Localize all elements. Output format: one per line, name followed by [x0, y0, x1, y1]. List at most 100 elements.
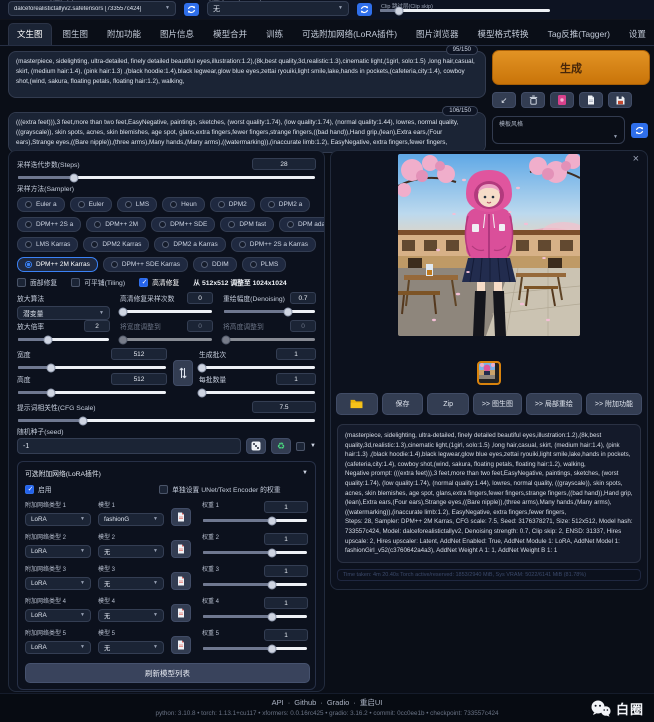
sampler-option[interactable]: DDIM: [193, 257, 237, 272]
sampler-option[interactable]: DPM++ 2S a Karras: [231, 237, 316, 252]
extra-seed-checkbox[interactable]: [296, 442, 305, 451]
tab-tagger[interactable]: Tag反推(Tagger): [540, 24, 618, 45]
paste-params-button[interactable]: ↙: [492, 92, 516, 108]
sampler-option[interactable]: DPM adaptive: [279, 217, 325, 232]
generate-button[interactable]: 生成: [492, 50, 650, 85]
height-value[interactable]: 512: [111, 373, 167, 385]
lora-info-button[interactable]: [171, 508, 191, 526]
upscale-by-value[interactable]: 2: [84, 320, 110, 332]
footer-link-api[interactable]: API: [272, 698, 284, 707]
extra-networks-button[interactable]: [550, 92, 574, 108]
tab-settings[interactable]: 设置: [621, 24, 654, 45]
sampler-option[interactable]: LMS: [117, 197, 157, 212]
lora-info-button[interactable]: [171, 636, 191, 654]
addnet-enable-checkbox[interactable]: 启用: [25, 484, 155, 494]
network-type-select[interactable]: LoRA▼: [25, 545, 91, 558]
tab-extras[interactable]: 附加功能: [99, 24, 149, 45]
random-seed-button[interactable]: [246, 438, 266, 454]
open-folder-button[interactable]: [336, 393, 378, 415]
upscaler-select[interactable]: 潜变量▼: [17, 306, 110, 320]
weight-value[interactable]: 1: [264, 533, 308, 545]
steps-value[interactable]: 28: [252, 158, 316, 170]
vae-select[interactable]: 无▼: [207, 1, 349, 16]
refresh-styles-button[interactable]: [631, 123, 648, 138]
model-select[interactable]: dalceforealistictallyv2.safetensors [733…: [8, 1, 176, 16]
tab-image-browser[interactable]: 图片浏览器: [408, 24, 467, 45]
send-to-extras-button[interactable]: >> 附加功能: [586, 393, 642, 415]
close-icon[interactable]: ×: [633, 154, 639, 165]
lora-model-select[interactable]: fashionG▼: [98, 513, 164, 526]
batch-count-value[interactable]: 1: [276, 348, 316, 360]
weight-slider[interactable]: [203, 551, 307, 554]
sampler-option[interactable]: DPM++ SDE: [151, 217, 215, 232]
batch-count-slider[interactable]: [200, 366, 315, 369]
resize-width-value[interactable]: 0: [187, 320, 213, 332]
weight-slider[interactable]: [203, 519, 307, 522]
network-type-select[interactable]: LoRA▼: [25, 577, 91, 590]
seed-expand-icon[interactable]: ▼: [310, 443, 316, 449]
weight-slider[interactable]: [203, 583, 307, 586]
clear-prompt-button[interactable]: [521, 92, 545, 108]
send-to-img2img-button[interactable]: >> 图生图: [473, 393, 522, 415]
weight-value[interactable]: 1: [264, 629, 308, 641]
network-type-select[interactable]: LoRA▼: [25, 609, 91, 622]
hires-steps-slider[interactable]: [121, 310, 212, 313]
lora-model-select[interactable]: 无▼: [98, 609, 164, 622]
sampler-option[interactable]: LMS Karras: [17, 237, 78, 252]
reuse-seed-button[interactable]: ♻: [271, 438, 291, 454]
batch-size-value[interactable]: 1: [276, 373, 316, 385]
positive-prompt-input[interactable]: (masterpiece, sidelighting, ultra-detail…: [8, 51, 486, 98]
sampler-option-selected[interactable]: DPM++ 2M Karras: [17, 257, 98, 272]
tab-png-info[interactable]: 图片信息: [152, 24, 202, 45]
send-to-inpaint-button[interactable]: >> 局部重绘: [526, 393, 582, 415]
sampler-option[interactable]: DPM2 a Karras: [154, 237, 225, 252]
weight-value[interactable]: 1: [264, 565, 308, 577]
steps-slider[interactable]: [18, 176, 315, 179]
sampler-option[interactable]: DPM2 Karras: [83, 237, 149, 252]
weight-value[interactable]: 1: [264, 501, 308, 513]
refresh-model-button[interactable]: [184, 3, 199, 16]
restore-faces-checkbox[interactable]: 面部修复: [17, 277, 57, 287]
weight-value[interactable]: 1: [264, 597, 308, 609]
weight-slider[interactable]: [203, 647, 307, 650]
lora-info-button[interactable]: [171, 572, 191, 590]
cfg-value[interactable]: 7.5: [252, 401, 316, 413]
width-value[interactable]: 512: [111, 348, 167, 360]
swap-dimensions-button[interactable]: [173, 360, 193, 386]
tab-checkpoint-merger[interactable]: 模型合并: [205, 24, 255, 45]
hires-fix-checkbox[interactable]: 高清修复: [139, 277, 179, 287]
upscale-by-slider[interactable]: [18, 338, 109, 341]
gallery-thumbnail-selected[interactable]: [477, 361, 501, 385]
width-slider[interactable]: [18, 366, 166, 369]
tab-img2img[interactable]: 图生图: [55, 24, 97, 45]
refresh-vae-button[interactable]: [357, 3, 372, 16]
sampler-option[interactable]: DPM++ 2M: [86, 217, 146, 232]
resize-height-slider[interactable]: [224, 338, 315, 341]
lora-info-button[interactable]: [171, 604, 191, 622]
lora-model-select[interactable]: 无▼: [98, 545, 164, 558]
lora-info-button[interactable]: [171, 540, 191, 558]
hires-steps-value[interactable]: 0: [187, 292, 213, 304]
zip-button[interactable]: Zip: [427, 393, 469, 415]
network-type-select[interactable]: LoRA▼: [25, 641, 91, 654]
lora-model-select[interactable]: 无▼: [98, 577, 164, 590]
clip-skip-slider[interactable]: [380, 9, 550, 12]
resize-width-slider[interactable]: [121, 338, 212, 341]
network-type-select[interactable]: LoRA▼: [25, 513, 91, 526]
save-image-button[interactable]: 保存: [382, 393, 424, 415]
save-style-button[interactable]: [608, 92, 632, 108]
footer-link-github[interactable]: Github: [294, 698, 316, 707]
negative-prompt-input[interactable]: (((extra feet))),3 feet,more than two fe…: [8, 112, 486, 153]
denoise-slider[interactable]: [224, 310, 315, 313]
tab-txt2img[interactable]: 文生图: [8, 23, 52, 45]
sampler-option[interactable]: DPM++ SDE Karras: [103, 257, 188, 272]
generated-image[interactable]: [398, 154, 580, 336]
denoise-value[interactable]: 0.7: [290, 292, 316, 304]
sampler-option[interactable]: PLMS: [242, 257, 287, 272]
tab-train[interactable]: 训练: [258, 24, 291, 45]
footer-link-gradio[interactable]: Gradio: [327, 698, 350, 707]
resize-height-value[interactable]: 0: [290, 320, 316, 332]
seed-input[interactable]: -1: [17, 438, 241, 454]
lora-model-select[interactable]: 无▼: [98, 641, 164, 654]
sampler-option[interactable]: DPM2 a: [260, 197, 310, 212]
